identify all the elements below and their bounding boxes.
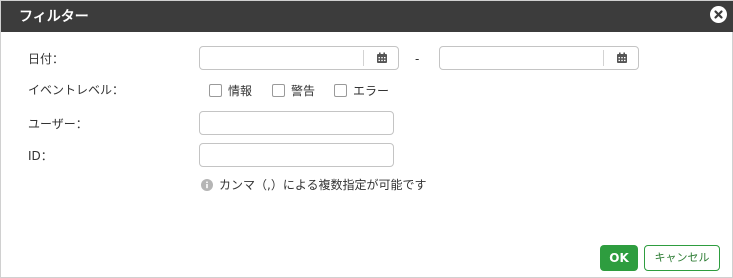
checkbox-info-box[interactable] bbox=[209, 84, 222, 97]
dialog-titlebar: フィルター bbox=[1, 1, 733, 32]
id-label: ID： bbox=[28, 149, 53, 163]
user-input[interactable] bbox=[199, 111, 394, 135]
dialog-title: フィルター bbox=[19, 9, 89, 25]
checkbox-warning-box[interactable] bbox=[272, 84, 285, 97]
ok-button[interactable]: OK bbox=[600, 245, 638, 271]
calendar-icon[interactable] bbox=[376, 52, 388, 64]
id-input[interactable] bbox=[199, 143, 394, 167]
info-icon bbox=[201, 179, 213, 191]
checkbox-info-label: 情報 bbox=[228, 84, 253, 98]
close-icon[interactable] bbox=[710, 6, 727, 23]
filter-dialog: フィルター 日付： - イベントレベル： 情報 警告 エラー ユーザー： ID：… bbox=[0, 0, 733, 278]
cancel-button[interactable]: キャンセル bbox=[644, 245, 720, 271]
date-to-field[interactable] bbox=[439, 46, 639, 70]
calendar-icon[interactable] bbox=[616, 52, 628, 64]
checkbox-error-box[interactable] bbox=[334, 84, 347, 97]
date-from-divider bbox=[363, 50, 364, 66]
event-level-label: イベントレベル： bbox=[28, 83, 125, 97]
date-separator: - bbox=[415, 52, 420, 66]
checkbox-warning-label: 警告 bbox=[291, 84, 316, 98]
date-to-divider bbox=[603, 50, 604, 66]
checkbox-error-label: エラー bbox=[353, 84, 390, 98]
date-label: 日付： bbox=[28, 52, 65, 66]
hint-text: カンマ（,）による複数指定が可能です bbox=[219, 178, 427, 192]
date-from-field[interactable] bbox=[199, 46, 399, 70]
user-label: ユーザー： bbox=[28, 117, 88, 131]
